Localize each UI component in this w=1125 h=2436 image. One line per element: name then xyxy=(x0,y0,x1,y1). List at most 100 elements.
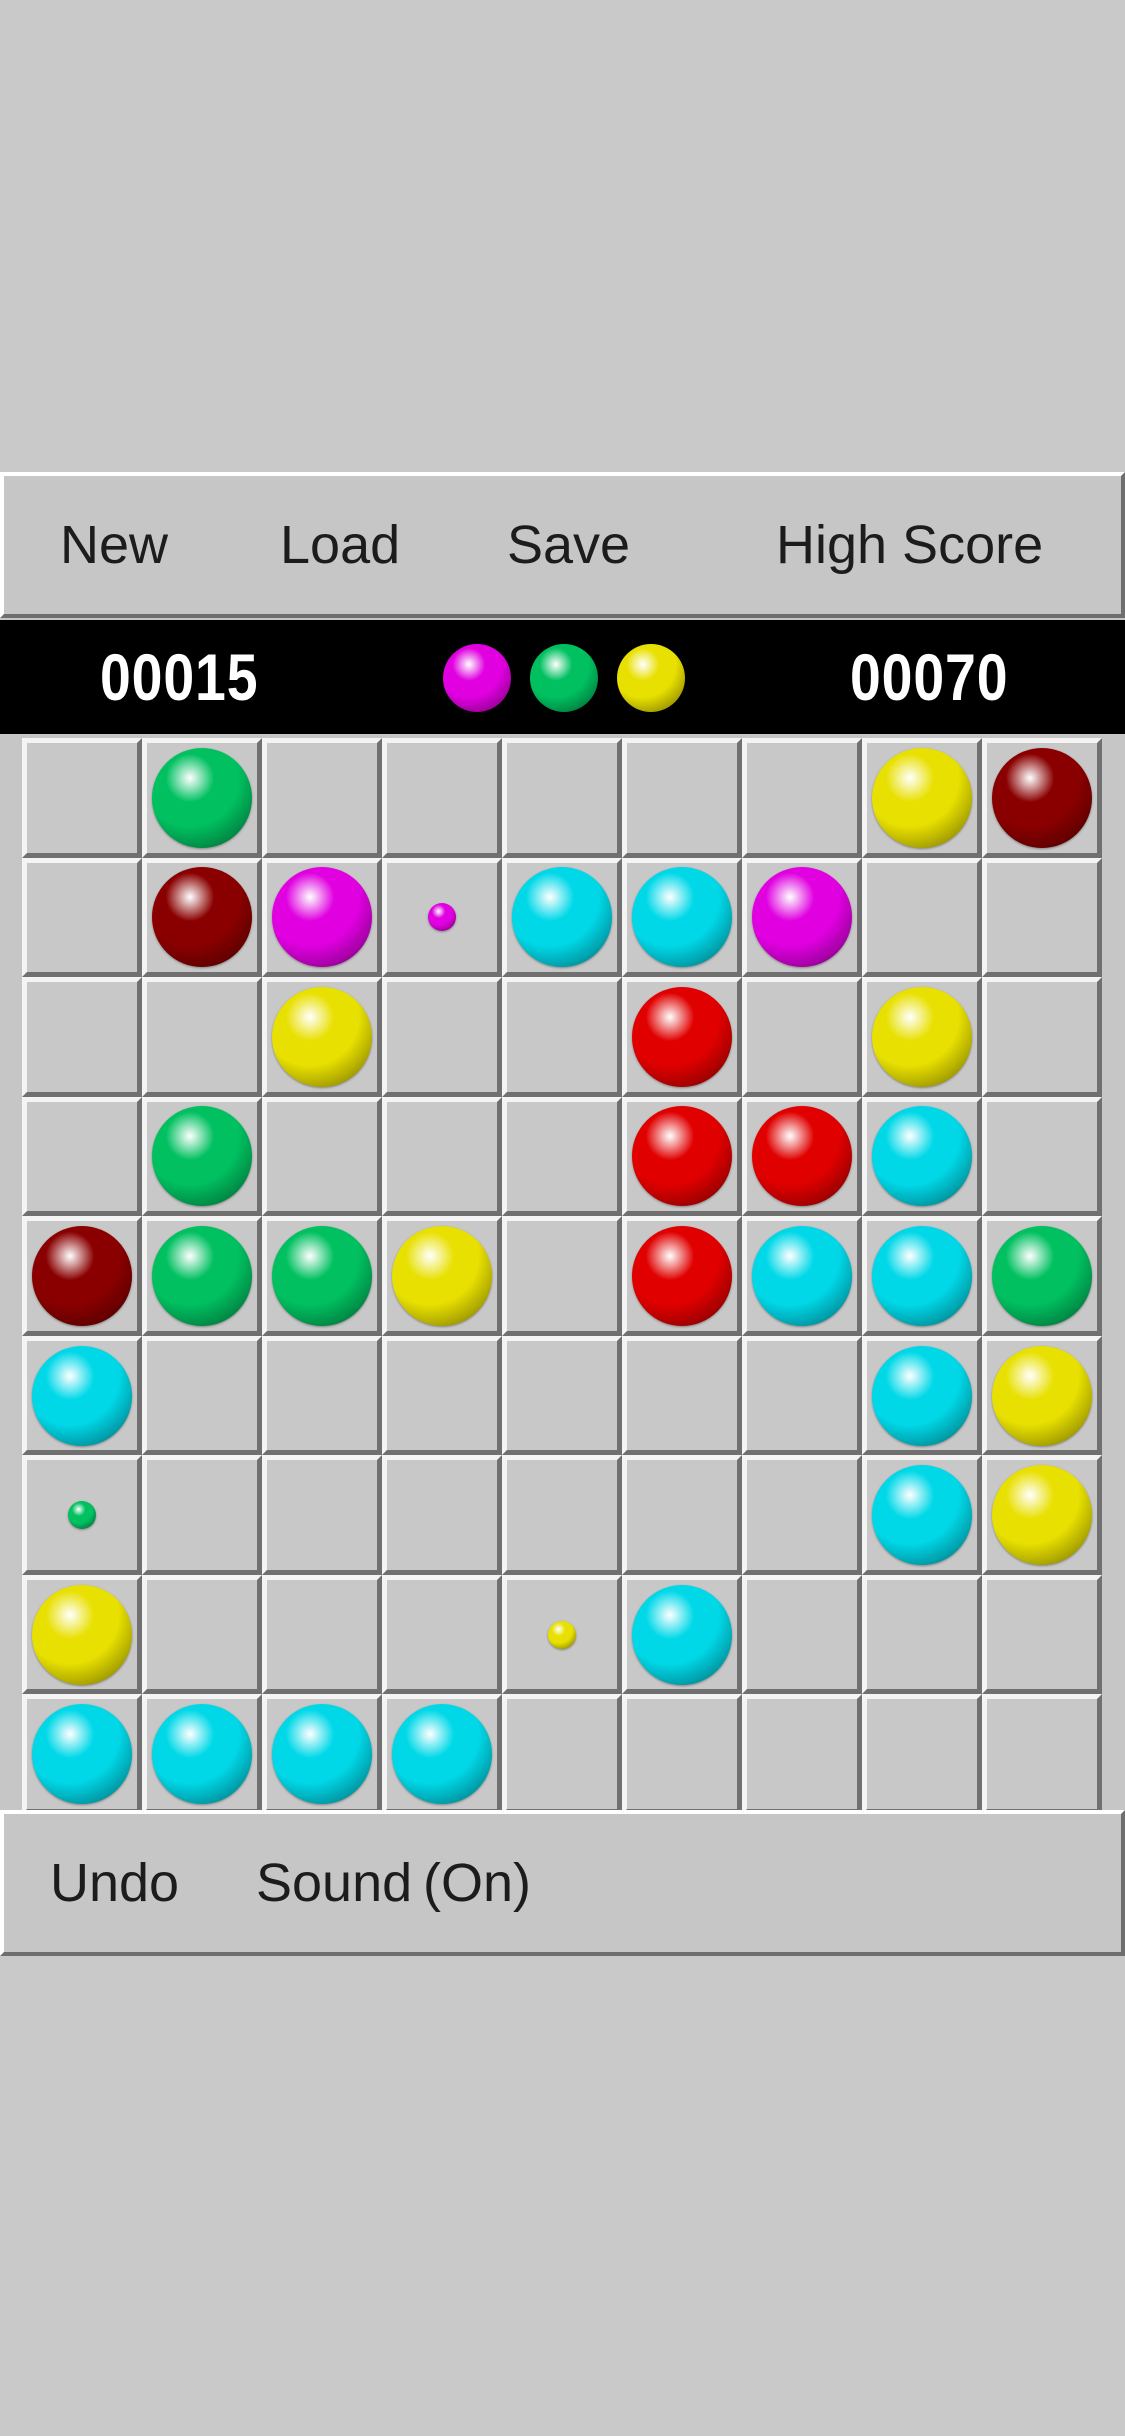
board-cell[interactable] xyxy=(142,1096,262,1217)
yellow-ball[interactable] xyxy=(872,747,972,848)
board-cell[interactable] xyxy=(982,1574,1102,1695)
yellow-ball[interactable] xyxy=(872,986,972,1087)
cyan-ball[interactable] xyxy=(392,1704,492,1805)
cyan-ball[interactable] xyxy=(872,1225,972,1326)
magenta-ball[interactable] xyxy=(272,867,372,968)
save-button[interactable]: Save xyxy=(507,476,630,614)
board-cell[interactable] xyxy=(142,1694,262,1814)
green-ball[interactable] xyxy=(152,1106,252,1207)
board-cell[interactable] xyxy=(622,1096,742,1217)
board-cell[interactable] xyxy=(142,738,262,858)
board-cell[interactable] xyxy=(382,738,502,858)
cyan-ball[interactable] xyxy=(752,1225,852,1326)
yellow-ball[interactable] xyxy=(272,986,372,1087)
board-cell[interactable] xyxy=(22,857,142,978)
board-cell[interactable] xyxy=(382,977,502,1097)
board-cell[interactable] xyxy=(982,1216,1102,1336)
cyan-ball[interactable] xyxy=(272,1704,372,1805)
yellow-ball[interactable] xyxy=(992,1465,1092,1566)
board-cell[interactable] xyxy=(22,1574,142,1695)
board-cell[interactable] xyxy=(142,1455,262,1575)
board-cell[interactable] xyxy=(622,1574,742,1695)
yellow-ball[interactable] xyxy=(32,1584,132,1685)
board-cell[interactable] xyxy=(862,977,982,1097)
board-cell[interactable] xyxy=(622,857,742,978)
board-cell[interactable] xyxy=(262,1096,382,1217)
board-cell[interactable] xyxy=(982,1455,1102,1575)
board-cell[interactable] xyxy=(502,738,622,858)
cyan-ball[interactable] xyxy=(632,867,732,968)
board-cell[interactable] xyxy=(142,977,262,1097)
green-ball[interactable] xyxy=(152,1225,252,1326)
board-cell[interactable] xyxy=(22,1216,142,1336)
board-cell[interactable] xyxy=(982,738,1102,858)
board-cell[interactable] xyxy=(262,1216,382,1336)
board-cell[interactable] xyxy=(742,1216,862,1336)
board-cell[interactable] xyxy=(742,738,862,858)
board-cell[interactable] xyxy=(382,1096,502,1217)
darkred-ball[interactable] xyxy=(32,1225,132,1326)
yellow-ball[interactable] xyxy=(392,1225,492,1326)
cyan-ball[interactable] xyxy=(632,1584,732,1685)
board-cell[interactable] xyxy=(382,1455,502,1575)
board-cell[interactable] xyxy=(502,1574,622,1695)
board-cell[interactable] xyxy=(862,857,982,978)
board-cell[interactable] xyxy=(622,738,742,858)
pending-magenta-ball[interactable] xyxy=(428,903,456,932)
board-cell[interactable] xyxy=(262,977,382,1097)
red-ball[interactable] xyxy=(632,986,732,1087)
cyan-ball[interactable] xyxy=(152,1704,252,1805)
yellow-ball[interactable] xyxy=(992,1345,1092,1446)
board-cell[interactable] xyxy=(982,1096,1102,1217)
green-ball[interactable] xyxy=(272,1225,372,1326)
board-cell[interactable] xyxy=(622,977,742,1097)
cyan-ball[interactable] xyxy=(872,1465,972,1566)
board-cell[interactable] xyxy=(142,1574,262,1695)
board-cell[interactable] xyxy=(622,1694,742,1814)
sound-toggle-button[interactable]: Sound (On) xyxy=(256,1814,531,1952)
board-cell[interactable] xyxy=(742,857,862,978)
red-ball[interactable] xyxy=(632,1106,732,1207)
board-cell[interactable] xyxy=(142,1216,262,1336)
board-cell[interactable] xyxy=(142,1335,262,1456)
board-cell[interactable] xyxy=(622,1335,742,1456)
board-cell[interactable] xyxy=(262,1335,382,1456)
cyan-ball[interactable] xyxy=(512,867,612,968)
board-cell[interactable] xyxy=(862,1335,982,1456)
board-cell[interactable] xyxy=(22,1335,142,1456)
board-cell[interactable] xyxy=(22,1455,142,1575)
board-cell[interactable] xyxy=(622,1216,742,1336)
board-cell[interactable] xyxy=(382,1694,502,1814)
darkred-ball[interactable] xyxy=(152,867,252,968)
undo-button[interactable]: Undo xyxy=(50,1814,179,1952)
board-cell[interactable] xyxy=(982,1335,1102,1456)
board-cell[interactable] xyxy=(142,857,262,978)
board-cell[interactable] xyxy=(22,1096,142,1217)
board-cell[interactable] xyxy=(742,1694,862,1814)
board-cell[interactable] xyxy=(502,1694,622,1814)
pending-green-ball[interactable] xyxy=(68,1501,96,1530)
board-cell[interactable] xyxy=(262,1455,382,1575)
magenta-ball[interactable] xyxy=(752,867,852,968)
board-cell[interactable] xyxy=(862,1574,982,1695)
board-cell[interactable] xyxy=(502,977,622,1097)
board-cell[interactable] xyxy=(502,857,622,978)
load-button[interactable]: Load xyxy=(280,476,400,614)
red-ball[interactable] xyxy=(632,1225,732,1326)
cyan-ball[interactable] xyxy=(32,1345,132,1446)
red-ball[interactable] xyxy=(752,1106,852,1207)
board-cell[interactable] xyxy=(502,1455,622,1575)
cyan-ball[interactable] xyxy=(872,1345,972,1446)
board-cell[interactable] xyxy=(502,1096,622,1217)
cyan-ball[interactable] xyxy=(32,1704,132,1805)
cyan-ball[interactable] xyxy=(872,1106,972,1207)
board-cell[interactable] xyxy=(262,738,382,858)
board-cell[interactable] xyxy=(382,1574,502,1695)
board-cell[interactable] xyxy=(262,1694,382,1814)
board-cell[interactable] xyxy=(982,857,1102,978)
green-ball[interactable] xyxy=(992,1225,1092,1326)
board-cell[interactable] xyxy=(22,977,142,1097)
board-cell[interactable] xyxy=(622,1455,742,1575)
board-cell[interactable] xyxy=(22,738,142,858)
high-score-button[interactable]: High Score xyxy=(776,476,1043,614)
